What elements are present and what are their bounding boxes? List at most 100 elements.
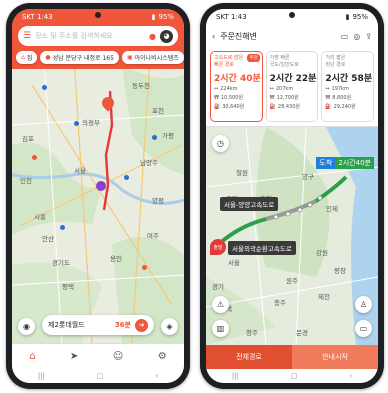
go-icon[interactable]: ➜ <box>135 318 148 332</box>
route-card-fastest[interactable]: 가장 빠른 국도/일반도로 2시간 22분 ↔ 207km ₩12,700원 ⛽ 2… <box>265 51 319 122</box>
poi-icon[interactable] <box>74 121 79 126</box>
recommended-badge: 추천 <box>247 54 260 62</box>
recents-icon[interactable]: ||| <box>232 372 239 380</box>
chip-company[interactable]: ▣ 아이나비시스템즈 <box>121 51 184 64</box>
home-button-icon[interactable]: ▢ <box>97 372 104 380</box>
status-battery: 95% <box>352 13 368 21</box>
traffic-icon: ⚠ <box>216 300 225 309</box>
shortcut-chips: ⌂ 집 ● 성남 분당구 내정로 165 ▣ 아이나비시스템즈 <box>16 51 184 65</box>
route-fuel: 30,640원 <box>222 104 245 110</box>
fuel-icon: ⛽ <box>325 103 332 110</box>
arrival-time: 2시간40분 <box>335 157 374 169</box>
camera-hole <box>289 12 295 18</box>
poi-icon[interactable] <box>152 135 157 140</box>
home-icon[interactable]: ⌂ <box>29 351 35 362</box>
route-card-shortest[interactable]: 거리 짧은 최단 경로 2시간 58분 ↔ 197km ₩8,600원 ⛽ 29,2… <box>321 51 375 122</box>
signal-icon: ▮ <box>345 13 350 21</box>
map-label: 청주 <box>246 329 258 337</box>
route-fuel: 28,430원 <box>277 104 301 110</box>
route-subtitle: 거리 짧은 최단 경로 <box>325 55 346 68</box>
menu-icon[interactable]: ☰ <box>23 31 31 41</box>
nearby-button[interactable]: ⚠ <box>212 296 229 313</box>
pin-icon: ● <box>45 54 51 61</box>
home-button-icon[interactable]: ▢ <box>291 372 298 380</box>
filter-icon[interactable]: ◎ <box>353 32 360 41</box>
chip-label: 아이나비시스템즈 <box>134 55 179 62</box>
layers-button[interactable]: ◈ <box>161 318 178 335</box>
route-distance: 207km <box>275 86 294 92</box>
search-bar[interactable]: ☰ 장소 및 주소를 검색하세요 ● ◕ <box>18 26 178 46</box>
map-label: 충주 <box>274 299 286 307</box>
mic-icon[interactable]: ● <box>149 32 156 41</box>
map-label: 철원 <box>236 169 248 177</box>
map-label: 양평 <box>152 197 164 205</box>
car-icon[interactable]: ▭ <box>341 32 349 41</box>
search-placeholder: 장소 및 주소를 검색하세요 <box>35 32 113 40</box>
map-label: 의정부 <box>82 119 100 127</box>
avatar[interactable]: ◕ <box>160 29 173 43</box>
current-location-icon[interactable] <box>96 181 106 191</box>
map-label: 남양주 <box>140 159 158 167</box>
camera-hole <box>95 12 101 18</box>
toll-icon: ₩ <box>269 94 275 101</box>
poi-icon[interactable] <box>124 175 129 180</box>
fuel-button[interactable]: ▥ <box>212 320 229 337</box>
poi-icon[interactable] <box>42 85 47 90</box>
back-arrow-icon[interactable]: ‹ <box>212 32 215 41</box>
all-routes-button[interactable]: 전체경로 <box>206 345 292 369</box>
map-label: 제천 <box>318 293 330 301</box>
start-guide-button[interactable]: 안내시작 <box>292 345 378 369</box>
navigate-icon[interactable]: ➤ <box>70 351 78 362</box>
poi-icon[interactable] <box>60 225 65 230</box>
chip-address[interactable]: ● 성남 분당구 내정로 165 <box>40 51 119 64</box>
system-nav: ||| ▢ ‹ <box>12 369 184 383</box>
map-label: 원주 <box>286 277 298 285</box>
highway-label: 서울외곽순환고속도로 <box>228 241 296 255</box>
map-view[interactable]: 동두천 의정부 포천 김포 남양주 서울 양평 인천 가평 시흥 안산 경기도 … <box>12 25 184 343</box>
car-icon: ▭ <box>359 324 368 333</box>
route-fuel: 29,240원 <box>333 104 356 110</box>
layers-icon: ◈ <box>166 322 173 331</box>
route-toll: 10,500원 <box>220 95 244 101</box>
destination-time: 36분 <box>114 321 131 329</box>
car-mode-button[interactable]: ▭ <box>355 320 372 337</box>
route-time: 2시간 22분 <box>269 74 317 84</box>
person-walk-icon: ♙ <box>359 300 368 309</box>
clock-icon: ◷ <box>217 139 224 148</box>
status-time: SKT 1:43 <box>22 13 53 21</box>
settings-icon[interactable]: ⚙ <box>158 351 167 362</box>
header-title: 주문진해변 <box>220 31 258 41</box>
walk-button[interactable]: ♙ <box>355 296 372 313</box>
poi-icon[interactable] <box>32 155 37 160</box>
voice-button[interactable]: ◉ <box>18 318 35 335</box>
bottom-nav: ⌂ ➤ ☺ ⚙ <box>12 343 184 369</box>
map-label: 시흥 <box>34 213 46 221</box>
left-phone: SKT 1:43 ▮ 95% ☰ 장소 및 주소를 검색하세요 ● ◕ ⌂ 집 ● 성… <box>6 3 190 389</box>
map-label: 가평 <box>162 132 174 140</box>
destination-card[interactable]: 제2롯데월드 36분 ➜ <box>42 315 154 335</box>
map-label: 인천 <box>20 177 32 185</box>
route-toll: 12,700원 <box>276 95 299 101</box>
action-bar: 전체경로 안내시작 <box>206 345 378 369</box>
map-label: 포천 <box>152 107 164 115</box>
person-icon[interactable]: ☺ <box>113 351 123 362</box>
start-pin-icon[interactable]: 출발 <box>210 239 226 255</box>
home-icon: ⌂ <box>21 54 25 61</box>
back-icon[interactable]: ‹ <box>155 372 158 380</box>
chip-home[interactable]: ⌂ 집 <box>16 51 38 64</box>
back-icon[interactable]: ‹ <box>349 372 352 380</box>
fuel-icon: ⛽ <box>269 103 276 110</box>
toll-icon: ₩ <box>214 94 219 101</box>
route-card-recommended[interactable]: 고속도로 많은 빠른 경로 추천 2시간 40분 ↔ 224km ₩10,500원… <box>210 51 263 122</box>
route-distance: 197km <box>331 86 349 92</box>
building-icon: ▣ <box>126 54 133 61</box>
map-label: 평창 <box>334 267 346 275</box>
map-label: 평택 <box>62 283 74 291</box>
recents-icon[interactable]: ||| <box>38 372 45 380</box>
clock-button[interactable]: ◷ <box>212 135 229 152</box>
share-icon[interactable]: ⇪ <box>365 32 372 41</box>
map-label: 양구 <box>302 173 314 181</box>
right-screen: SKT 1:43 ▮ 95% ‹ 주문진해변 ▭ ◎ ⇪ 고속도로 많은 빠른 경… <box>206 9 378 383</box>
arrival-tag: 도착 2시간40분 <box>316 157 374 169</box>
poi-icon[interactable] <box>142 265 147 270</box>
